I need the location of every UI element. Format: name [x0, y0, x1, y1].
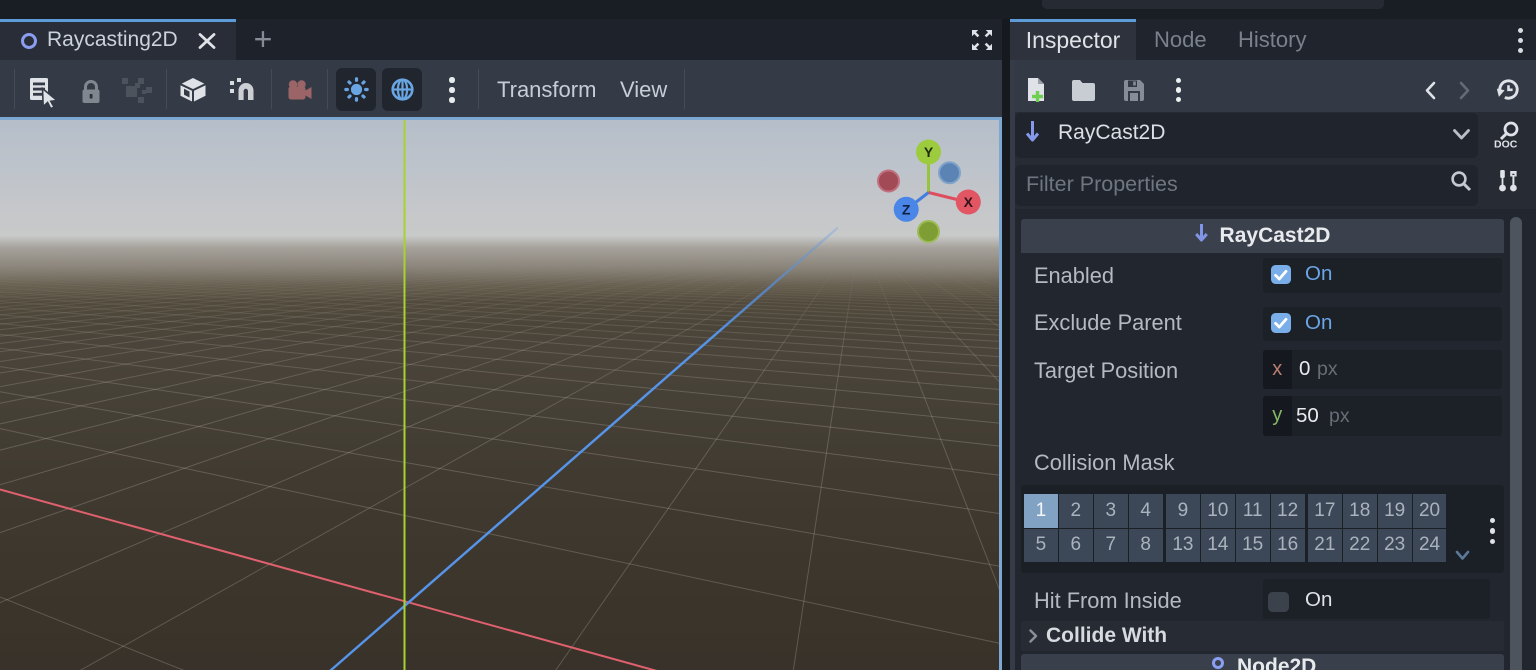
svg-text:X: X — [964, 194, 974, 210]
svg-text:Y: Y — [924, 144, 934, 160]
svg-text:DOC: DOC — [1494, 139, 1518, 150]
svg-text:Z: Z — [902, 201, 911, 217]
